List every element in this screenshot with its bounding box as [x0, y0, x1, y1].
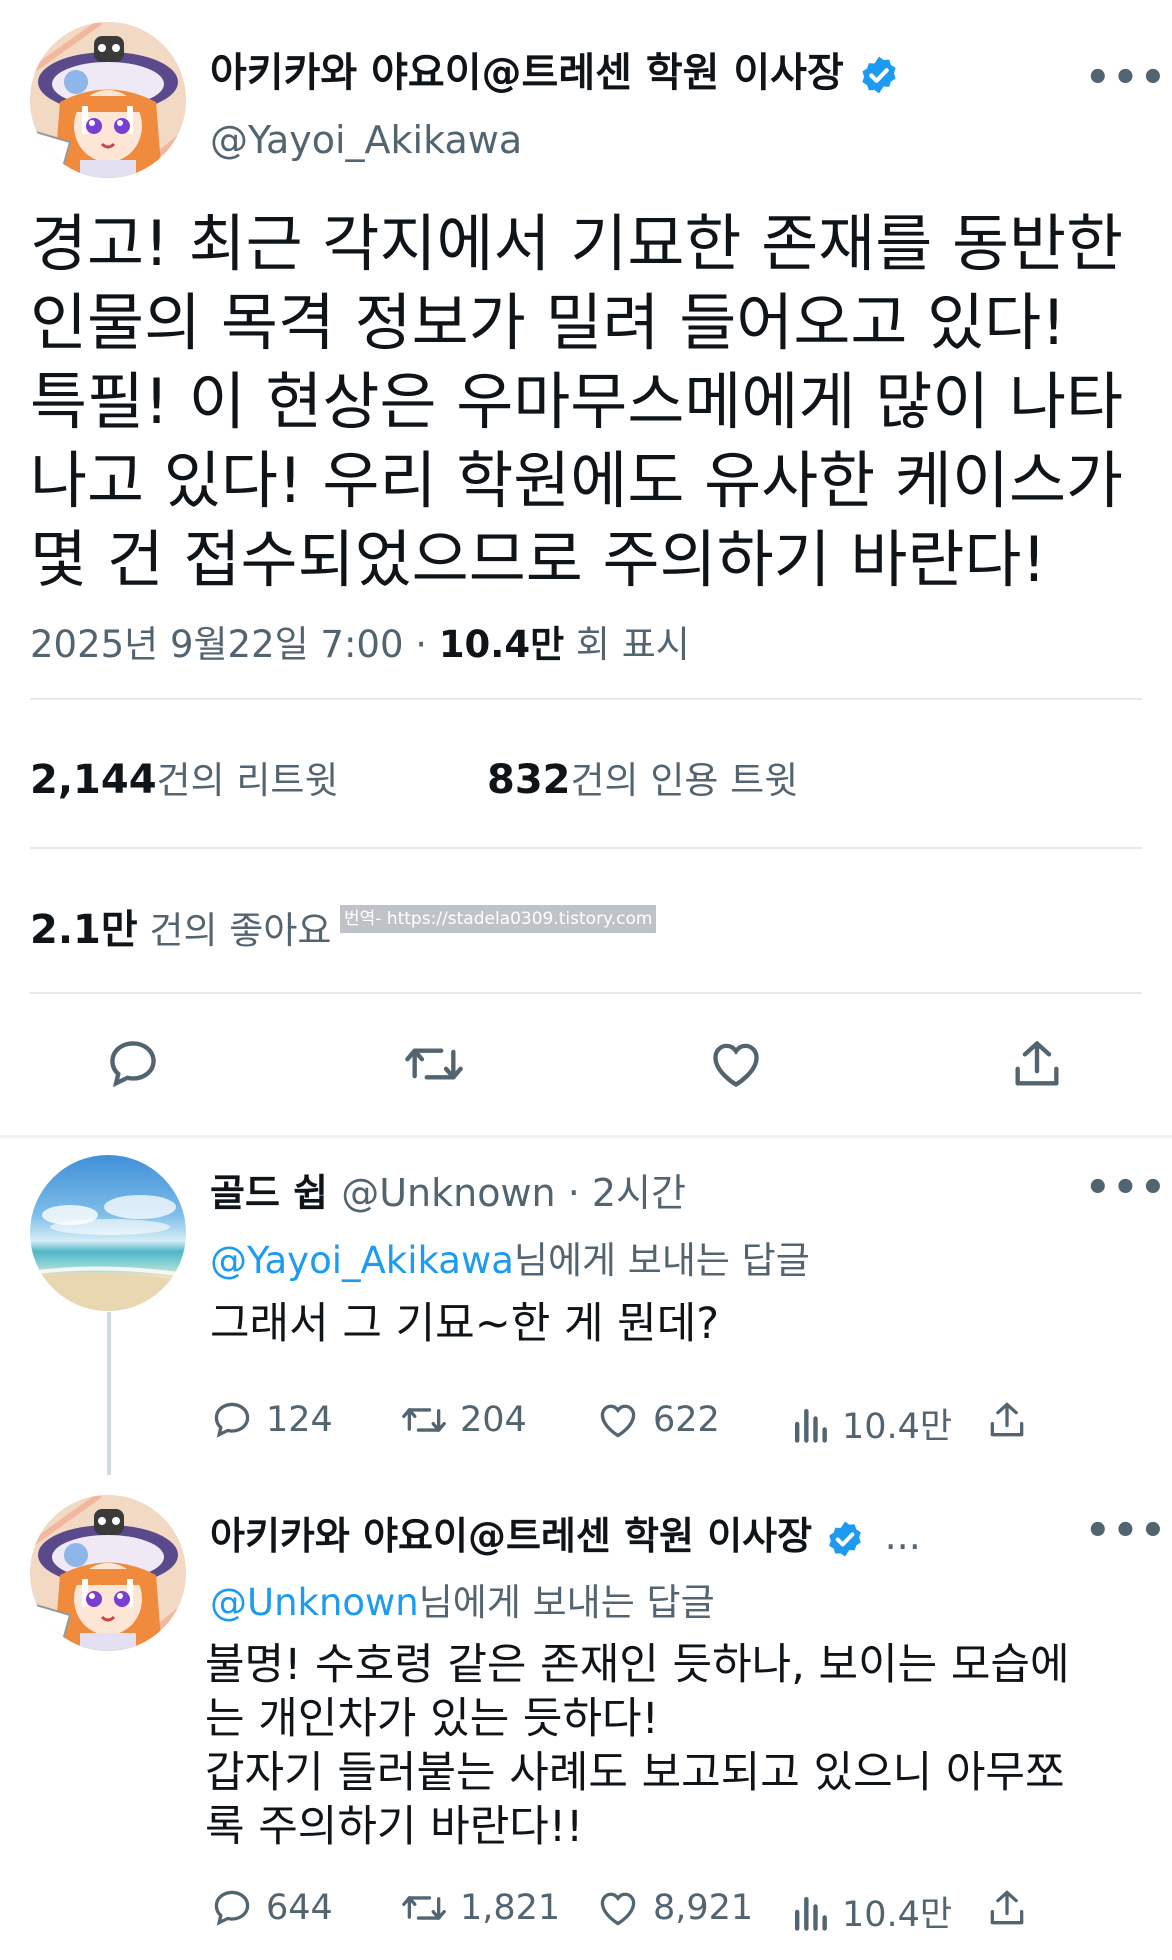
reply-text: 불명! 수호령 같은 존재인 듯하나, 보이는 모습에 는 개인차가 있는 듯하… — [205, 1638, 1070, 1854]
more-icon[interactable]: ••• — [1085, 55, 1168, 101]
like-icon — [600, 1892, 636, 1926]
retweet-action[interactable]: 204 — [400, 1398, 527, 1442]
reply-text: 그래서 그 기묘~한 게 뭔데? — [210, 1299, 720, 1349]
tweet-text-line: 특필! 이 현상은 우마무스메에게 많이 나타 — [30, 365, 1124, 438]
tweet-text: 경고! 최근 각지에서 기묘한 존재를 동반한 인물의 목격 정보가 밀려 들어… — [30, 204, 1123, 599]
view-count: 10.4만 — [842, 1407, 953, 1447]
retweet-count: 204 — [460, 1400, 527, 1440]
truncated-handle: ... — [884, 1514, 921, 1558]
share-icon[interactable] — [985, 1886, 1029, 1930]
views-action[interactable]: 10.4만 — [790, 1398, 952, 1449]
thread-line — [107, 1312, 111, 1475]
timestamp[interactable]: 2025년 9월22일 7:00 · — [30, 623, 439, 666]
like-count: 8,921 — [653, 1888, 754, 1928]
reply-text-line: 갑자기 들러붙는 사례도 보고되고 있으니 아무쪼 — [205, 1748, 1065, 1798]
tweet-text-line: 몇 건 접수되었으므로 주의하기 바란다! — [30, 523, 1047, 596]
reply-icon[interactable] — [104, 1035, 162, 1093]
tweet-meta: 2025년 9월22일 7:00 · 10.4만 회 표시 — [30, 614, 690, 668]
share-icon[interactable] — [985, 1398, 1029, 1442]
retweet-stat[interactable]: 2,144건의 리트윗 — [30, 750, 339, 804]
reply-action[interactable]: 124 — [210, 1398, 333, 1442]
section-divider — [0, 1135, 1172, 1138]
reply-header: 골드 쉽 @Unknown · 2시간 — [210, 1162, 686, 1217]
replying-label: 님에게 보내는 답글 — [418, 1581, 715, 1624]
display-name[interactable]: 골드 쉽 — [210, 1171, 328, 1215]
tweet-text-line: 나고 있다! 우리 학원에도 유사한 케이스가 — [30, 444, 1124, 517]
reply-icon — [214, 1402, 250, 1438]
verified-badge-icon — [829, 1521, 862, 1556]
like-action[interactable]: 8,921 — [595, 1886, 753, 1930]
like-stat[interactable]: 2.1만 건의 좋아요 — [30, 897, 331, 955]
avatar-image — [30, 22, 186, 178]
handle[interactable]: @Unknown · 2시간 — [341, 1171, 686, 1215]
like-count: 2.1만 — [30, 907, 138, 953]
retweet-count: 2,144 — [30, 757, 157, 803]
like-action[interactable]: 622 — [595, 1398, 720, 1442]
retweet-icon[interactable] — [402, 1035, 466, 1093]
avatar-image — [30, 1195, 186, 1311]
retweet-action[interactable]: 1,821 — [400, 1886, 560, 1930]
retweet-count: 1,821 — [460, 1888, 561, 1928]
reply-icon — [214, 1890, 250, 1926]
divider — [30, 992, 1142, 994]
views-icon — [794, 1408, 827, 1443]
replying-to: @Yayoi_Akikawa님에게 보내는 답글 — [210, 1230, 810, 1284]
display-name[interactable]: 아키카와 야요이@트레센 학원 이사장 ... — [210, 1505, 921, 1560]
verified-badge-icon — [862, 56, 896, 94]
like-icon[interactable] — [706, 1035, 766, 1093]
reply-text-line: 불명! 수호령 같은 존재인 듯하나, 보이는 모습에 — [205, 1640, 1070, 1690]
reply-action[interactable]: 644 — [210, 1886, 333, 1930]
divider — [30, 847, 1142, 849]
tweet-text-line: 경고! 최근 각지에서 기묘한 존재를 동반한 — [30, 207, 1124, 280]
avatar[interactable] — [30, 22, 186, 178]
reply-count: 124 — [266, 1400, 333, 1440]
avatar[interactable] — [30, 1495, 186, 1651]
views-action[interactable]: 10.4만 — [790, 1886, 952, 1937]
watermark: 번역- https://stadela0309.tistory.com — [340, 905, 657, 933]
reply-count: 644 — [266, 1888, 333, 1928]
quote-stat[interactable]: 832건의 인용 트윗 — [487, 750, 798, 804]
more-icon[interactable]: ••• — [1085, 1165, 1168, 1211]
view-label: 회 표시 — [564, 623, 690, 666]
handle[interactable]: @Yayoi_Akikawa — [210, 118, 522, 162]
view-count: 10.4만 — [842, 1895, 953, 1935]
retweet-label: 건의 리트윗 — [156, 759, 339, 802]
like-count: 622 — [653, 1400, 720, 1440]
mention-link[interactable]: @Yayoi_Akikawa — [210, 1239, 514, 1282]
display-name[interactable]: 아키카와 야요이@트레센 학원 이사장 — [210, 40, 900, 98]
avatar-image — [30, 1495, 186, 1651]
retweet-icon — [402, 1408, 446, 1432]
divider — [30, 698, 1142, 700]
display-name-text[interactable]: 아키카와 야요이@트레센 학원 이사장 — [210, 1514, 812, 1558]
retweet-icon — [402, 1896, 446, 1920]
reply-text-line: 록 주의하기 바란다!! — [205, 1802, 584, 1852]
avatar[interactable] — [30, 1155, 186, 1311]
tweet-text-line: 인물의 목격 정보가 밀려 들어오고 있다! — [30, 286, 1067, 359]
more-icon[interactable]: ••• — [1085, 1508, 1168, 1554]
share-icon[interactable] — [1008, 1035, 1066, 1093]
quote-label: 건의 인용 트윗 — [570, 759, 799, 802]
mention-link[interactable]: @Unknown — [210, 1581, 419, 1624]
replying-label: 님에게 보내는 답글 — [513, 1239, 810, 1282]
replying-to: @Unknown님에게 보내는 답글 — [210, 1572, 715, 1626]
reply-text-line: 는 개인차가 있는 듯하다! — [205, 1694, 659, 1744]
quote-count: 832 — [487, 757, 571, 803]
like-icon — [600, 1404, 636, 1438]
display-name-text[interactable]: 아키카와 야요이@트레센 학원 이사장 — [210, 50, 844, 96]
like-label: 건의 좋아요 — [137, 909, 332, 952]
view-count: 10.4만 — [438, 623, 565, 666]
views-icon — [794, 1896, 827, 1931]
